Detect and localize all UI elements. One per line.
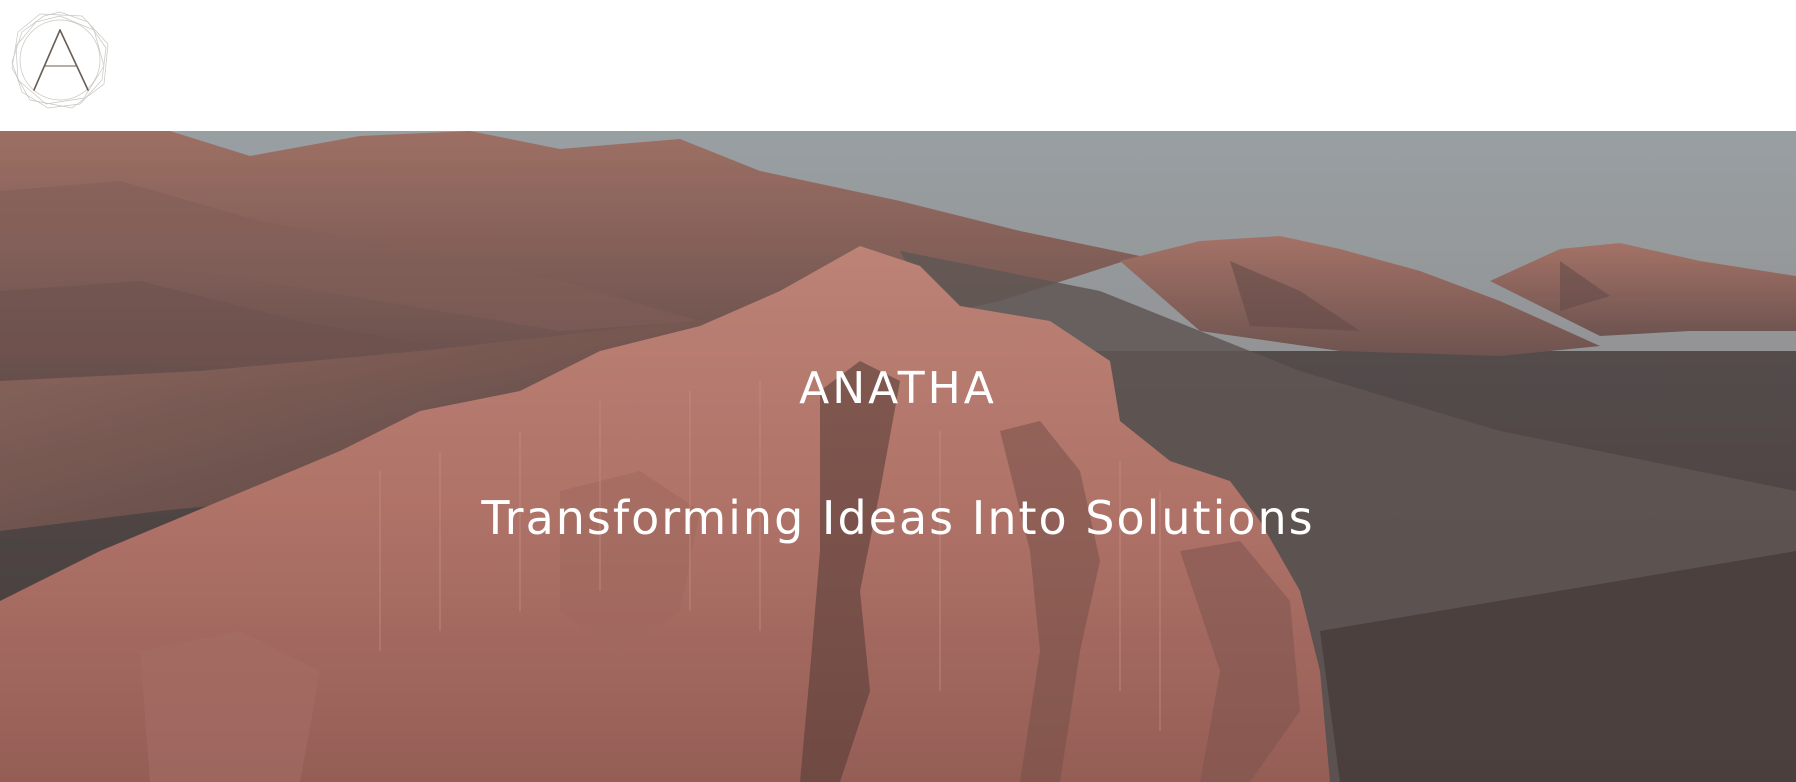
hero-text-overlay: ANATHA Transforming Ideas Into Solutions xyxy=(0,131,1796,782)
logo-geometric-frame xyxy=(11,11,109,109)
hero-tagline: Transforming Ideas Into Solutions xyxy=(481,491,1315,545)
brand-title: ANATHA xyxy=(799,363,997,414)
hero-banner: ANATHA Transforming Ideas Into Solutions xyxy=(0,131,1796,782)
site-header xyxy=(0,0,1796,131)
anatha-logo-icon[interactable] xyxy=(10,10,110,110)
